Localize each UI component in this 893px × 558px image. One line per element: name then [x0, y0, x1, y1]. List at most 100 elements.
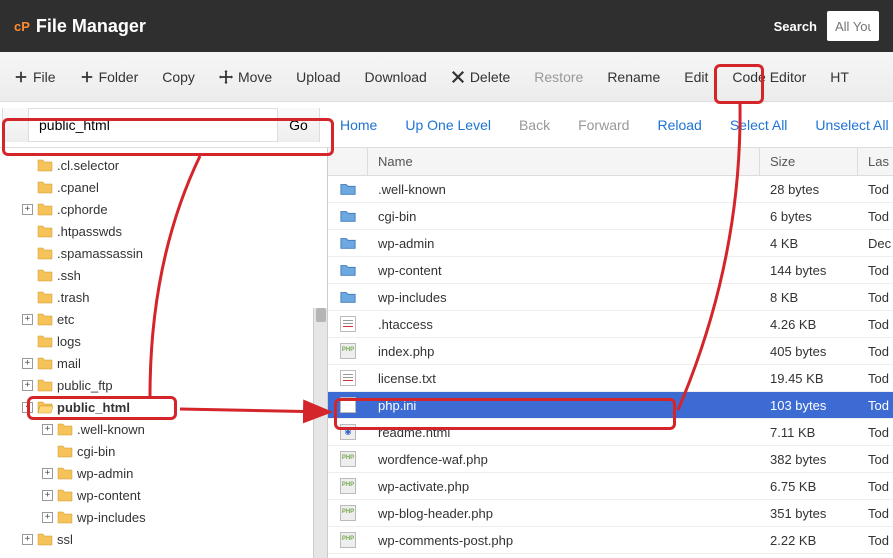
- file-row[interactable]: PHPindex.php405 bytesTod: [328, 338, 893, 365]
- folder-icon: [57, 444, 73, 458]
- nav-back: Back: [519, 117, 550, 133]
- tree-item-public-html[interactable]: - public_html: [0, 396, 327, 418]
- tree-item--ssh[interactable]: .ssh: [0, 264, 327, 286]
- nav-reload[interactable]: Reload: [657, 117, 701, 133]
- folder-icon: [340, 181, 356, 197]
- tree-item-public-ftp[interactable]: +public_ftp: [0, 374, 327, 396]
- tree-item-ssl[interactable]: +ssl: [0, 528, 327, 550]
- html-editor-button[interactable]: HT: [830, 69, 849, 85]
- file-row[interactable]: PHPwp-activate.php6.75 KBTod: [328, 473, 893, 500]
- text-file-icon: [340, 316, 356, 332]
- tree-item-label: etc: [57, 312, 74, 327]
- file-last-modified: Tod: [858, 533, 893, 548]
- new-folder-button[interactable]: Folder: [80, 69, 139, 85]
- tree-item-logs[interactable]: logs: [0, 330, 327, 352]
- expand-icon[interactable]: +: [42, 512, 53, 523]
- tree-item-wp-includes[interactable]: +wp-includes: [0, 506, 327, 528]
- file-last-modified: Tod: [858, 506, 893, 521]
- file-row[interactable]: PHPwp-blog-header.php351 bytesTod: [328, 500, 893, 527]
- tree-item--spamassassin[interactable]: .spamassassin: [0, 242, 327, 264]
- file-last-modified: Tod: [858, 344, 893, 359]
- tree-item-label: wp-admin: [77, 466, 133, 481]
- tree-item--htpasswds[interactable]: .htpasswds: [0, 220, 327, 242]
- folder-icon: [57, 466, 73, 480]
- expand-icon[interactable]: +: [22, 358, 33, 369]
- tree-item-label: logs: [57, 334, 81, 349]
- expand-icon[interactable]: +: [22, 314, 33, 325]
- tree-item-cgi-bin[interactable]: cgi-bin: [0, 440, 327, 462]
- tree-item-label: public_html: [57, 400, 130, 415]
- tree-item--trash[interactable]: .trash: [0, 286, 327, 308]
- file-size: 28 bytes: [760, 182, 858, 197]
- expand-icon[interactable]: +: [22, 380, 33, 391]
- file-row[interactable]: PHPwordfence-waf.php382 bytesTod: [328, 446, 893, 473]
- expand-icon[interactable]: +: [42, 424, 53, 435]
- delete-button[interactable]: Delete: [451, 69, 510, 85]
- upload-button[interactable]: Upload: [296, 69, 340, 85]
- col-icon-header[interactable]: [328, 148, 368, 175]
- file-row[interactable]: .well-known28 bytesTod: [328, 176, 893, 203]
- folder-icon: [37, 378, 53, 392]
- go-button[interactable]: Go: [277, 108, 319, 142]
- move-button[interactable]: Move: [219, 69, 272, 85]
- plus-icon: [14, 70, 28, 84]
- file-row[interactable]: wp-admin4 KBDec: [328, 230, 893, 257]
- file-row[interactable]: ◉readme.html7.11 KBTod: [328, 419, 893, 446]
- folder-icon: [37, 180, 53, 194]
- html-file-icon: ◉: [340, 424, 356, 440]
- col-name-header[interactable]: Name: [368, 148, 760, 175]
- expand-icon[interactable]: +: [42, 490, 53, 501]
- tree-item--cphorde[interactable]: +.cphorde: [0, 198, 327, 220]
- plus-icon: [80, 70, 94, 84]
- edit-button[interactable]: Edit: [684, 69, 708, 85]
- file-row[interactable]: wp-includes8 KBTod: [328, 284, 893, 311]
- new-folder-label: Folder: [99, 69, 139, 85]
- file-name: wp-comments-post.php: [368, 533, 760, 548]
- nav-up[interactable]: Up One Level: [405, 117, 491, 133]
- file-size: 6 bytes: [760, 209, 858, 224]
- code-editor-button[interactable]: Code Editor: [732, 69, 806, 85]
- nav-unselect-all[interactable]: Unselect All: [815, 117, 888, 133]
- file-last-modified: Tod: [858, 263, 893, 278]
- tree-item-label: wp-content: [77, 488, 141, 503]
- home-path-button[interactable]: [3, 108, 29, 142]
- path-nav-row: Go Home Up One Level Back Forward Reload…: [0, 102, 893, 148]
- tree-item-wp-content[interactable]: + wp-content: [0, 484, 327, 506]
- file-row[interactable]: PHPwp-comments-post.php2.22 KBTod: [328, 527, 893, 554]
- file-name: index.php: [368, 344, 760, 359]
- tree-item-label: .cl.selector: [57, 158, 119, 173]
- expand-icon[interactable]: +: [22, 534, 33, 545]
- rename-button[interactable]: Rename: [607, 69, 660, 85]
- nav-select-all[interactable]: Select All: [730, 117, 788, 133]
- file-size: 6.75 KB: [760, 479, 858, 494]
- file-last-modified: Tod: [858, 479, 893, 494]
- tree-item--cpanel[interactable]: .cpanel: [0, 176, 327, 198]
- file-row[interactable]: license.txt19.45 KBTod: [328, 365, 893, 392]
- tree-item-mail[interactable]: +mail: [0, 352, 327, 374]
- file-last-modified: Tod: [858, 452, 893, 467]
- search-input[interactable]: [827, 11, 879, 41]
- file-row[interactable]: wp-content144 bytesTod: [328, 257, 893, 284]
- tree-item-etc[interactable]: + etc: [0, 308, 327, 330]
- expand-icon[interactable]: +: [22, 204, 33, 215]
- tree-item-wp-admin[interactable]: + wp-admin: [0, 462, 327, 484]
- new-file-button[interactable]: File: [14, 69, 56, 85]
- file-row[interactable]: .htaccess4.26 KBTod: [328, 311, 893, 338]
- col-last-header[interactable]: Las: [858, 148, 893, 175]
- nav-home[interactable]: Home: [340, 117, 377, 133]
- tree-scrollbar[interactable]: [313, 308, 327, 558]
- collapse-icon[interactable]: -: [22, 402, 33, 413]
- expander-empty: [42, 446, 53, 457]
- path-input[interactable]: [29, 109, 277, 141]
- tree-item--cl-selector[interactable]: .cl.selector: [0, 154, 327, 176]
- file-name: license.txt: [368, 371, 760, 386]
- tree-item-label: .htpasswds: [57, 224, 122, 239]
- php-file-icon: PHP: [340, 505, 356, 521]
- copy-button[interactable]: Copy: [162, 69, 195, 85]
- col-size-header[interactable]: Size: [760, 148, 858, 175]
- file-row[interactable]: php.ini103 bytesTod: [328, 392, 893, 419]
- tree-item--well-known[interactable]: +.well-known: [0, 418, 327, 440]
- download-button[interactable]: Download: [365, 69, 427, 85]
- file-row[interactable]: cgi-bin6 bytesTod: [328, 203, 893, 230]
- expand-icon[interactable]: +: [42, 468, 53, 479]
